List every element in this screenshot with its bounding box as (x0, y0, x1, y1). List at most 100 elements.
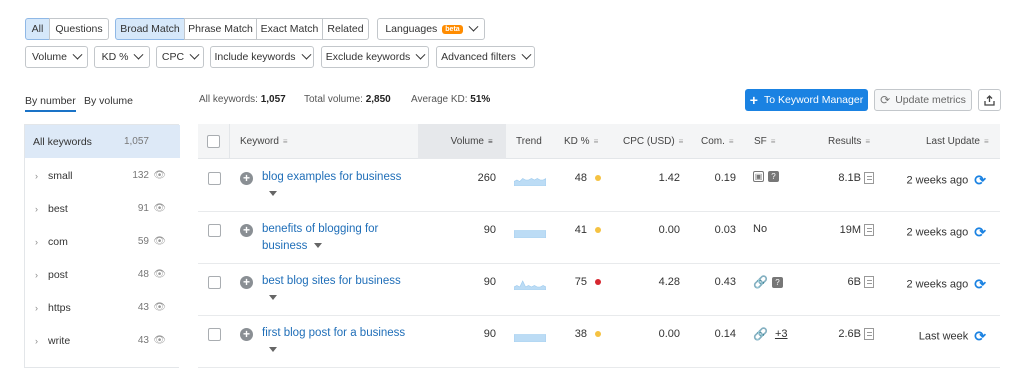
keyword-text: best blog sites for business (262, 275, 401, 287)
filter-volume[interactable]: Volume (25, 46, 88, 68)
volume-value: 90 (483, 224, 496, 236)
th-results[interactable]: Results ≡ (828, 124, 873, 159)
sf-more-link[interactable]: +3 (775, 328, 788, 340)
eye-icon[interactable]: 👁 (153, 335, 166, 346)
results-value: 19M (839, 224, 861, 236)
sidebar-item-all-keywords[interactable]: All keywords 1,057 (25, 125, 180, 158)
volume-value: 260 (477, 172, 496, 184)
sort-icon: ≡ (282, 137, 288, 146)
caret-down-icon[interactable] (269, 347, 277, 353)
kd-dot (595, 331, 601, 338)
chevron-down-icon (72, 49, 83, 60)
serp-icon[interactable] (864, 224, 874, 237)
th-com[interactable]: Com. ≡ (701, 124, 737, 159)
filter-advanced[interactable]: Advanced filters (436, 46, 535, 68)
filter-kd[interactable]: KD % (94, 46, 150, 68)
last-update-cell: 2 weeks ago ⟳ (878, 224, 987, 241)
last-update-value: 2 weeks ago (906, 226, 969, 239)
tab-broad-match[interactable]: Broad Match (115, 18, 185, 40)
filter-volume-label: Volume (31, 51, 68, 63)
sidebar-item-com[interactable]: › com 59 👁 (25, 225, 180, 258)
export-button[interactable] (978, 89, 1001, 111)
th-last-update[interactable]: Last Update ≡ (926, 124, 992, 159)
sidebar-item-small[interactable]: › small 132 👁 (25, 159, 180, 192)
select-all-cell (198, 124, 230, 159)
add-keyword-icon[interactable]: + (240, 328, 253, 341)
eye-icon[interactable]: 👁 (153, 170, 166, 181)
serp-icon[interactable] (864, 172, 874, 185)
th-trend[interactable]: Trend (516, 124, 542, 159)
results-cell: 2.6B (808, 328, 874, 341)
tab-by-number[interactable]: By number (25, 95, 76, 112)
sidebar-item-count: 59 (137, 236, 149, 247)
serp-icon[interactable] (864, 328, 874, 341)
tab-all[interactable]: All (25, 18, 50, 40)
refresh-icon[interactable]: ⟳ (974, 328, 986, 344)
eye-icon[interactable]: 👁 (153, 302, 166, 313)
filter-include-keywords[interactable]: Include keywords (210, 46, 314, 68)
refresh-icon[interactable]: ⟳ (974, 276, 986, 292)
serp-icon[interactable] (864, 276, 874, 289)
chevron-right-icon: › (35, 269, 38, 280)
tab-phrase-match[interactable]: Phrase Match (184, 18, 257, 40)
row-checkbox[interactable] (208, 172, 221, 185)
keyword-link[interactable]: best blog sites for business (262, 273, 412, 307)
refresh-icon[interactable]: ⟳ (974, 224, 986, 240)
keyword-link[interactable]: first blog post for a business (262, 325, 412, 359)
sf-cell: 🔗 ? (753, 275, 783, 289)
add-keyword-icon[interactable]: + (240, 276, 253, 289)
sf-cell: No (753, 223, 767, 235)
trend-area (514, 230, 546, 238)
caret-down-icon[interactable] (269, 191, 277, 197)
trend-sparkline (514, 230, 546, 238)
th-cpc[interactable]: CPC (USD) ≡ (623, 124, 687, 159)
sidebar-item-write[interactable]: › write 43 👁 (25, 324, 180, 357)
th-kd[interactable]: KD % ≡ (564, 124, 602, 159)
results-cell: 8.1B (808, 172, 874, 185)
sidebar-item-label: All keywords (33, 135, 92, 148)
tab-related[interactable]: Related (322, 18, 369, 40)
filter-cpc[interactable]: CPC (156, 46, 204, 68)
stat-all-keywords-label: All keywords: (199, 94, 258, 105)
stat-average-kd-label: Average KD: (411, 94, 468, 105)
caret-down-icon[interactable] (314, 243, 323, 249)
th-sf[interactable]: SF ≡ (754, 124, 779, 159)
th-keyword[interactable]: Keyword ≡ (240, 124, 291, 159)
eye-icon[interactable]: 👁 (153, 203, 166, 214)
tab-exact-match[interactable]: Exact Match (256, 18, 323, 40)
image-icon: ▣ (753, 171, 764, 182)
tab-by-volume[interactable]: By volume (84, 95, 133, 107)
add-keyword-icon[interactable]: + (240, 224, 253, 237)
sidebar-item-post[interactable]: › post 48 👁 (25, 258, 180, 291)
select-all-checkbox[interactable] (207, 135, 220, 148)
row-checkbox[interactable] (208, 328, 221, 341)
sf-cell: ▣ ? (753, 171, 779, 182)
languages-dropdown[interactable]: Languages beta (377, 18, 485, 40)
filter-exclude-keywords[interactable]: Exclude keywords (321, 46, 429, 68)
eye-icon[interactable]: 👁 (153, 269, 166, 280)
keyword-text: blog examples for business (262, 171, 402, 183)
kd-dot (595, 227, 601, 234)
results-value: 2.6B (838, 328, 861, 340)
keyword-link[interactable]: benefits of blogging for business (262, 221, 412, 255)
tab-questions[interactable]: Questions (49, 18, 109, 40)
sidebar-item-count: 43 (137, 302, 149, 313)
tab-all-label: All (31, 23, 44, 35)
add-keyword-icon[interactable]: + (240, 172, 253, 185)
refresh-icon[interactable]: ⟳ (974, 172, 986, 188)
th-volume[interactable]: Volume ≡ (418, 124, 506, 159)
keyword-link[interactable]: blog examples for business (262, 169, 412, 203)
eye-icon[interactable]: 👁 (153, 236, 166, 247)
table-row: + first blog post for a business 90 38 0… (198, 316, 1000, 368)
caret-down-icon[interactable] (269, 295, 277, 301)
sidebar-item-https[interactable]: › https 43 👁 (25, 291, 180, 324)
row-checkbox[interactable] (208, 224, 221, 237)
to-keyword-manager-button[interactable]: + To Keyword Manager (745, 89, 868, 111)
results-value: 8.1B (838, 172, 861, 184)
refresh-icon: ⟳ (880, 93, 891, 107)
chevron-down-icon (468, 21, 479, 32)
row-checkbox[interactable] (208, 276, 221, 289)
th-keyword-label: Keyword (240, 136, 279, 147)
update-metrics-button[interactable]: ⟳ Update metrics (874, 89, 972, 111)
sidebar-item-best[interactable]: › best 91 👁 (25, 192, 180, 225)
